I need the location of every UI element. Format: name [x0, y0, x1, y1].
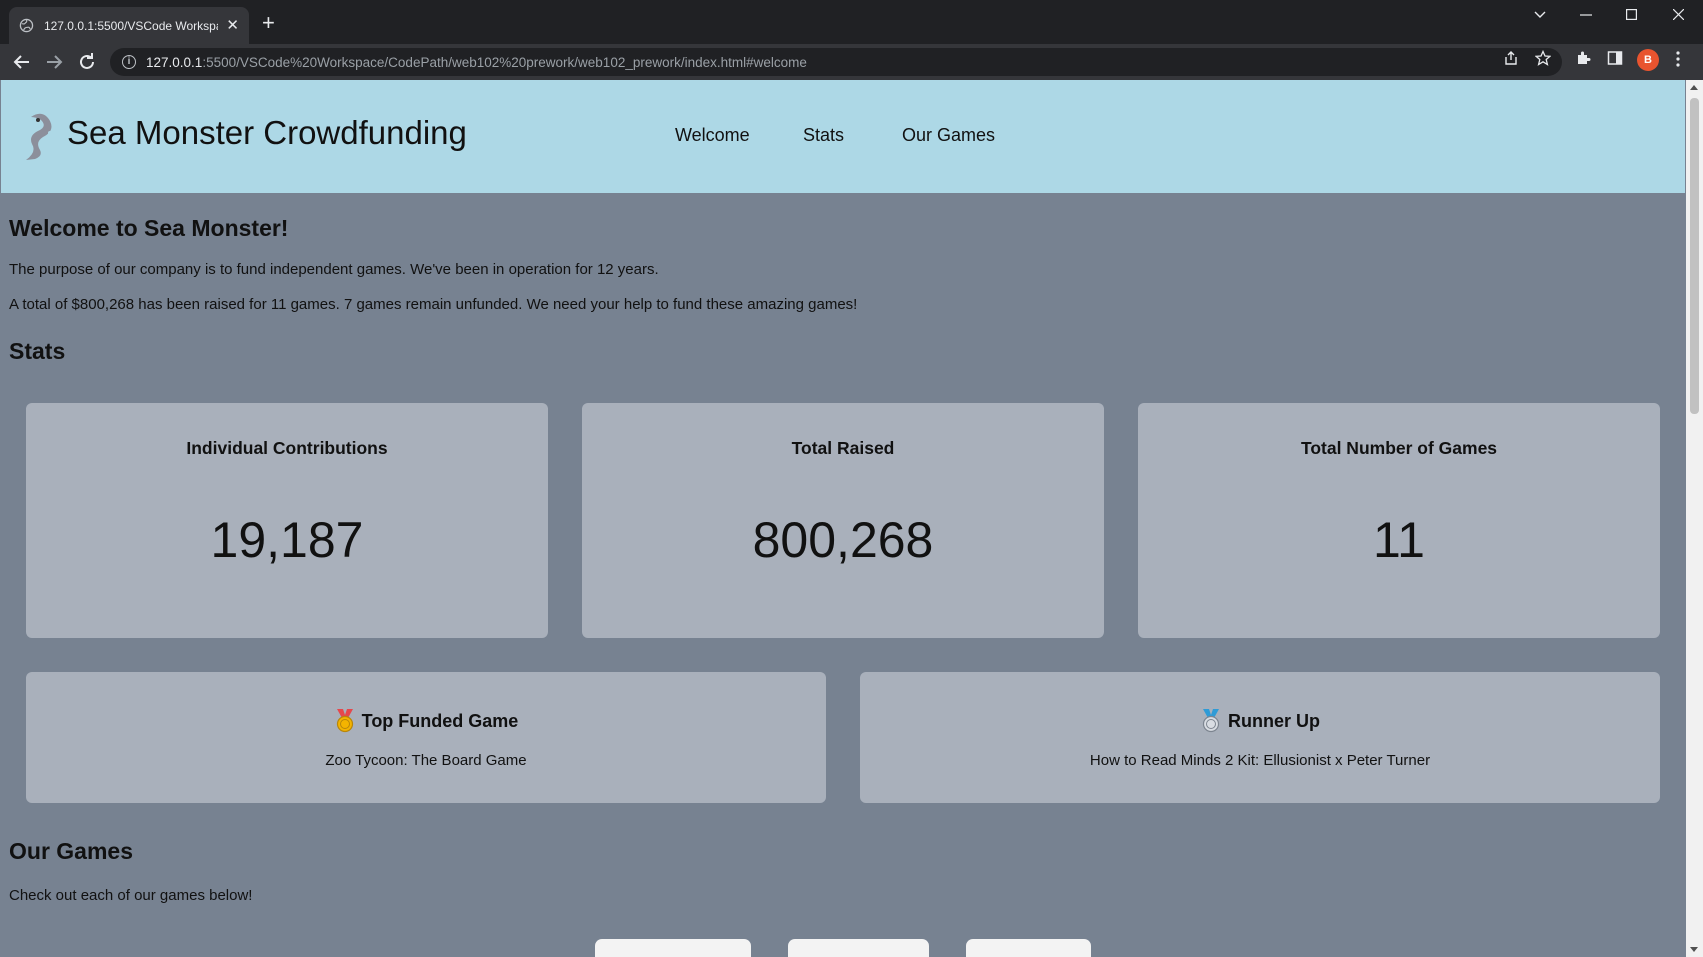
stat-value: 800,268 — [752, 512, 934, 568]
site-header: Sea Monster Crowdfunding Welcome Stats O… — [1, 80, 1685, 193]
games-intro: Check out each of our games below! — [9, 887, 253, 904]
share-icon[interactable] — [1503, 50, 1519, 66]
tab-search-icon[interactable] — [1534, 10, 1546, 20]
reload-icon[interactable] — [75, 50, 99, 74]
back-icon[interactable] — [10, 50, 34, 74]
close-icon[interactable]: ✕ — [226, 18, 239, 33]
site-title: Sea Monster Crowdfunding — [67, 114, 467, 151]
sea-monster-logo-icon — [26, 113, 52, 160]
close-window-icon[interactable] — [1673, 9, 1684, 20]
welcome-heading: Welcome to Sea Monster! — [9, 215, 289, 241]
nav-link-welcome[interactable]: Welcome — [675, 125, 750, 146]
game-card-peek[interactable] — [595, 939, 751, 957]
info-icon[interactable]: i — [122, 55, 136, 69]
bookmark-star-icon[interactable] — [1535, 50, 1551, 66]
game-card-peek[interactable] — [966, 939, 1091, 957]
url-host: 127.0.0.1 — [146, 54, 203, 70]
scroll-up-arrow-icon[interactable] — [1690, 85, 1698, 90]
stat-card-total-raised: Total Raised 800,268 — [582, 403, 1104, 638]
new-tab-icon[interactable]: + — [262, 12, 275, 34]
stat-card-contributions: Individual Contributions 19,187 — [26, 403, 548, 638]
browser-tab[interactable]: 127.0.0.1:5500/VSCode Workspac ✕ — [9, 7, 249, 44]
globe-icon — [19, 18, 34, 33]
welcome-intro: The purpose of our company is to fund in… — [9, 261, 659, 278]
stat-card-num-games: Total Number of Games 11 — [1138, 403, 1660, 638]
top-funded-head: Top Funded Game — [26, 709, 826, 733]
stat-label: Total Number of Games — [1300, 438, 1498, 458]
scrollbar-thumb[interactable] — [1690, 98, 1699, 414]
extensions-icon[interactable] — [1575, 50, 1591, 66]
page-content: Sea Monster Crowdfunding Welcome Stats O… — [0, 80, 1686, 957]
top-funded-card: Top Funded Game Zoo Tycoon: The Board Ga… — [26, 672, 826, 803]
stat-value: 19,187 — [210, 512, 364, 568]
browser-toolbar: i 127.0.0.1:5500/VSCode%20Workspace/Code… — [0, 44, 1703, 80]
browser-tabstrip: 127.0.0.1:5500/VSCode Workspac ✕ + — [0, 0, 1703, 44]
address-bar[interactable]: i 127.0.0.1:5500/VSCode%20Workspace/Code… — [110, 48, 1562, 76]
profile-avatar[interactable]: B — [1637, 49, 1659, 71]
minimize-icon[interactable] — [1580, 14, 1592, 16]
nav-link-our-games[interactable]: Our Games — [902, 125, 995, 146]
stat-label: Individual Contributions — [186, 438, 388, 458]
top-funded-label: Top Funded Game — [361, 710, 519, 731]
url-path: :5500/VSCode%20Workspace/CodePath/web102… — [202, 54, 807, 70]
welcome-summary: A total of $800,268 has been raised for … — [9, 296, 858, 313]
games-heading: Our Games — [9, 838, 133, 864]
runner-up-game-name: How to Read Minds 2 Kit: Ellusionist x P… — [1089, 752, 1431, 769]
gold-medal-icon — [336, 709, 353, 733]
forward-icon[interactable] — [42, 50, 66, 74]
side-panel-icon[interactable] — [1607, 50, 1623, 66]
maximize-icon[interactable] — [1626, 9, 1637, 20]
page-scrollbar[interactable] — [1686, 80, 1703, 957]
stat-value: 11 — [1373, 512, 1425, 568]
silver-medal-icon — [1202, 709, 1220, 733]
runner-up-head: Runner Up — [860, 709, 1660, 733]
stats-heading: Stats — [9, 338, 66, 364]
nav-link-stats[interactable]: Stats — [803, 125, 844, 146]
page-viewport: Sea Monster Crowdfunding Welcome Stats O… — [0, 80, 1703, 957]
menu-kebab-icon[interactable] — [1675, 50, 1681, 68]
runner-up-label: Runner Up — [1228, 710, 1320, 731]
top-funded-game-name: Zoo Tycoon: The Board Game — [325, 752, 527, 769]
tab-title: 127.0.0.1:5500/VSCode Workspac — [43, 18, 219, 33]
game-card-peek[interactable] — [788, 939, 929, 957]
stat-label: Total Raised — [791, 438, 895, 458]
scroll-down-arrow-icon[interactable] — [1690, 947, 1698, 952]
runner-up-card: Runner Up How to Read Minds 2 Kit: Ellus… — [860, 672, 1660, 803]
